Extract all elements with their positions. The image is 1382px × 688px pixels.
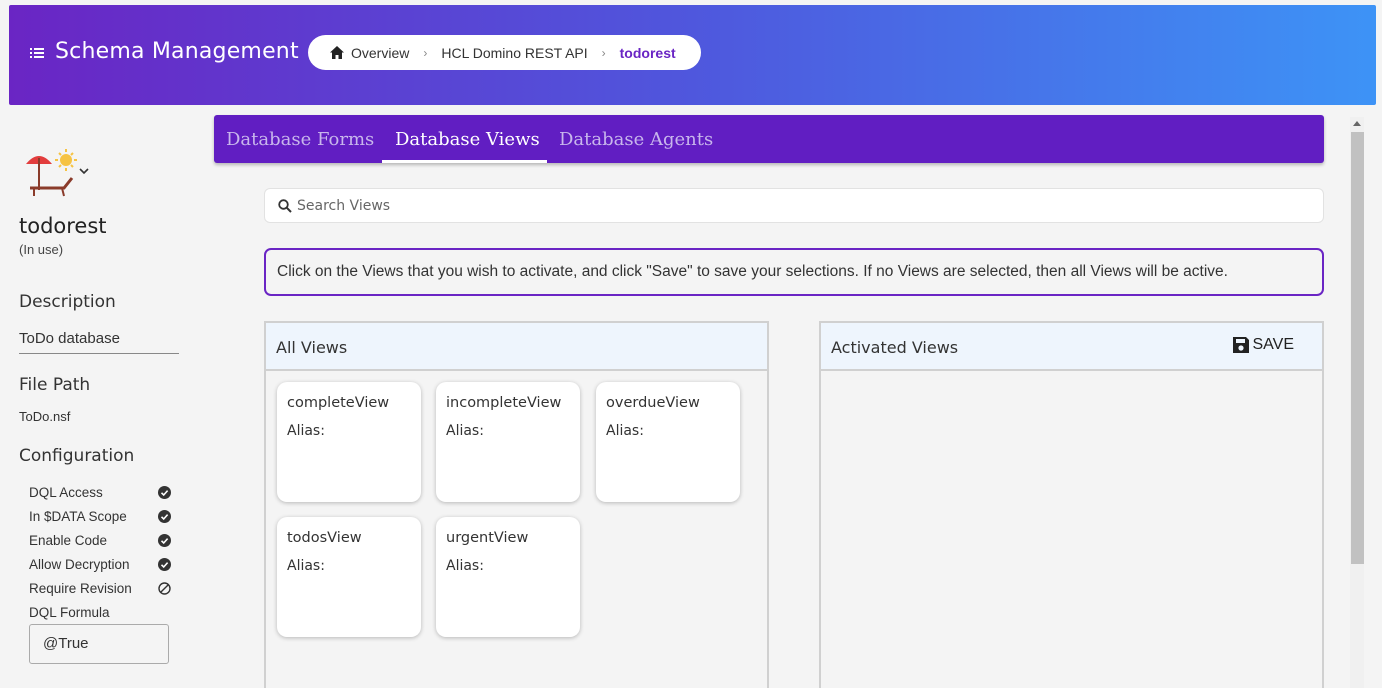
view-card-name: overdueView	[606, 395, 700, 411]
config-label: Allow Decryption	[29, 556, 130, 572]
view-card-name: completeView	[287, 395, 390, 411]
config-item-dql-access: DQL Access	[29, 480, 171, 504]
all-views-header: All Views	[266, 323, 767, 371]
breadcrumb-api[interactable]: HCL Domino REST API	[441, 45, 587, 61]
breadcrumb-overview[interactable]: Overview	[351, 45, 409, 61]
config-item-require-revision: Require Revision	[29, 576, 171, 600]
home-icon[interactable]	[330, 46, 344, 59]
view-card[interactable]: todosView Alias:	[277, 517, 421, 637]
check-circle-icon	[158, 509, 171, 523]
app-header: Schema Management Overview › HCL Domino …	[9, 5, 1376, 105]
check-circle-icon	[158, 533, 171, 547]
scroll-up-arrow-icon[interactable]	[1353, 120, 1361, 126]
view-card-name: todosView	[287, 530, 362, 546]
breadcrumb-current: todorest	[619, 44, 676, 61]
search-icon	[278, 199, 292, 213]
info-message: Click on the Views that you wish to acti…	[264, 248, 1324, 296]
config-label: DQL Formula	[29, 604, 110, 620]
config-label: Require Revision	[29, 580, 132, 596]
view-card-name: urgentView	[446, 530, 529, 546]
activated-views-title: Activated Views	[831, 338, 959, 357]
search-bar	[264, 188, 1324, 223]
save-button[interactable]: SAVE	[1232, 336, 1295, 354]
view-card-alias: Alias:	[446, 423, 484, 439]
check-circle-icon	[158, 557, 171, 571]
scrollbar-thumb[interactable]	[1351, 132, 1364, 564]
config-label: Enable Code	[29, 532, 108, 548]
view-card[interactable]: overdueView Alias:	[596, 382, 740, 502]
configuration-list: DQL Access In $DATA Scope Enable Code Al…	[29, 480, 171, 624]
view-card[interactable]: urgentView Alias:	[436, 517, 580, 637]
search-input[interactable]	[297, 197, 1197, 215]
activated-views-panel: Activated Views SAVE	[819, 321, 1324, 688]
view-card-alias: Alias:	[287, 423, 325, 439]
chevron-right-icon: ›	[423, 45, 428, 60]
filepath-value: ToDo.nsf	[19, 409, 71, 424]
config-item-data-scope: In $DATA Scope	[29, 504, 171, 528]
view-card-alias: Alias:	[446, 558, 484, 574]
view-card-name: incompleteView	[446, 395, 562, 411]
config-label: In $DATA Scope	[29, 508, 127, 524]
activated-views-header: Activated Views SAVE	[821, 323, 1322, 371]
tab-bar: Database Forms Database Views Database A…	[214, 115, 1324, 163]
save-icon	[1232, 337, 1249, 353]
active-tab-indicator	[382, 160, 547, 163]
save-button-label: SAVE	[1252, 336, 1295, 353]
database-status: (In use)	[19, 242, 64, 257]
description-field[interactable]: ToDo database	[19, 330, 179, 354]
tab-database-forms[interactable]: Database Forms	[226, 129, 374, 150]
view-card-alias: Alias:	[287, 558, 325, 574]
dql-formula-field[interactable]: @True	[29, 624, 169, 664]
block-icon	[158, 581, 171, 595]
beach-umbrella-icon[interactable]	[24, 148, 79, 198]
breadcrumb: Overview › HCL Domino REST API › todores…	[308, 35, 701, 70]
all-views-panel: All Views completeView Alias: incomplete…	[264, 321, 769, 688]
chevron-down-icon[interactable]	[79, 168, 89, 175]
config-label: DQL Access	[29, 484, 103, 500]
view-card[interactable]: completeView Alias:	[277, 382, 421, 502]
list-menu-icon[interactable]	[30, 47, 44, 59]
configuration-label: Configuration	[19, 446, 135, 466]
view-card-alias: Alias:	[606, 423, 644, 439]
config-item-dql-formula: DQL Formula	[29, 600, 171, 624]
tab-database-views[interactable]: Database Views	[395, 129, 540, 150]
database-name: todorest	[19, 214, 107, 238]
description-label: Description	[19, 292, 116, 312]
config-item-allow-decryption: Allow Decryption	[29, 552, 171, 576]
view-card[interactable]: incompleteView Alias:	[436, 382, 580, 502]
chevron-right-icon: ›	[601, 45, 606, 60]
filepath-label: File Path	[19, 375, 91, 395]
tab-database-agents[interactable]: Database Agents	[559, 129, 713, 150]
page-title: Schema Management	[55, 39, 299, 64]
config-item-enable-code: Enable Code	[29, 528, 171, 552]
check-circle-icon	[158, 485, 171, 499]
